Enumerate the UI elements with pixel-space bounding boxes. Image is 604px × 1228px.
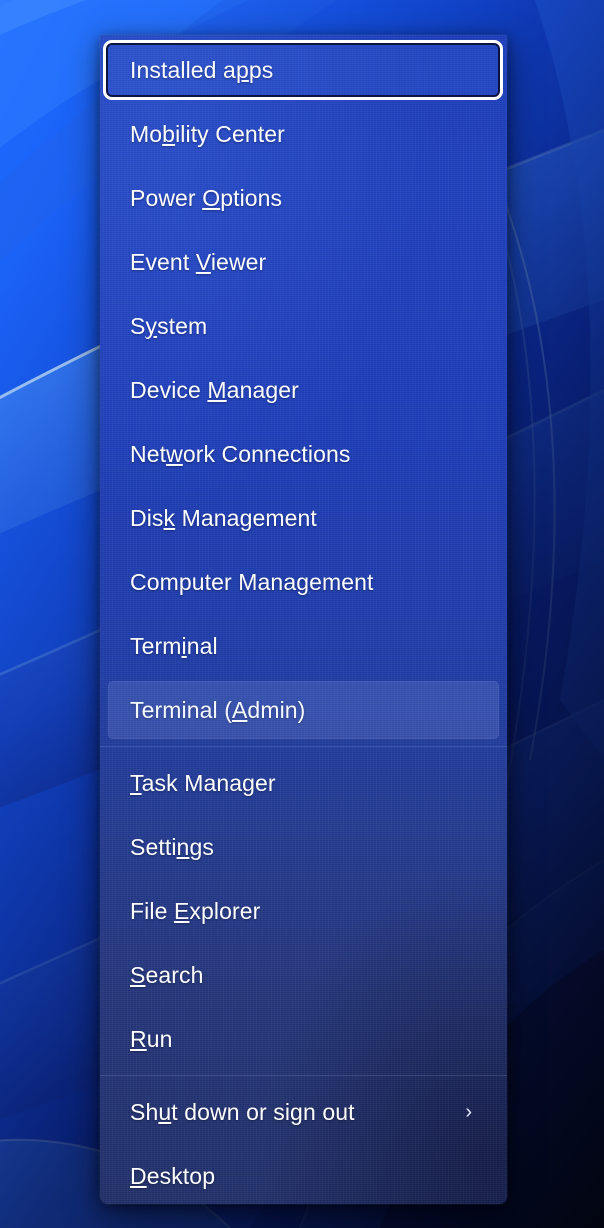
menu-item-device-manager[interactable]: Device Manager	[100, 358, 507, 422]
accelerator-key: A	[231, 696, 248, 723]
menu-item-computer-management[interactable]: Computer Management	[100, 550, 507, 614]
menu-item-label: Shut down or sign out	[130, 1098, 355, 1125]
menu-item-label: Terminal (Admin)	[130, 696, 306, 723]
quick-link-menu-list: Installed apps Mobility Center Power Optio…	[100, 35, 507, 1204]
menu-item-disk-management[interactable]: Disk Management	[100, 486, 507, 550]
accelerator-key: k	[163, 504, 176, 531]
menu-item-label: Device Manager	[130, 376, 299, 403]
menu-item-terminal-admin[interactable]: Terminal (Admin)	[100, 678, 507, 742]
menu-item-label: System	[130, 312, 208, 339]
menu-item-search[interactable]: Search	[100, 943, 507, 1007]
accelerator-key: g	[296, 568, 310, 595]
menu-item-label: Installed apps	[130, 56, 274, 83]
menu-item-label: Disk Management	[130, 504, 317, 531]
menu-separator	[100, 1075, 507, 1076]
accelerator-key: u	[158, 1098, 172, 1125]
menu-item-label: Run	[130, 1025, 173, 1052]
accelerator-key: E	[173, 897, 190, 924]
accelerator-key: n	[176, 833, 190, 860]
menu-item-label: Search	[130, 961, 204, 988]
menu-item-label: Power Options	[130, 184, 283, 211]
menu-item-desktop[interactable]: Desktop	[100, 1144, 507, 1204]
menu-item-run[interactable]: Run	[100, 1007, 507, 1071]
menu-item-label: Desktop	[130, 1162, 216, 1189]
menu-item-event-viewer[interactable]: Event Viewer	[100, 230, 507, 294]
accelerator-key: y	[145, 312, 158, 339]
menu-item-settings[interactable]: Settings	[100, 815, 507, 879]
menu-item-terminal[interactable]: Terminal	[100, 614, 507, 678]
menu-item-task-manager[interactable]: Task Manager	[100, 751, 507, 815]
menu-item-label: File Explorer	[130, 897, 261, 924]
menu-item-system[interactable]: System	[100, 294, 507, 358]
menu-item-shut-down-or-sign-out[interactable]: Shut down or sign out ›	[100, 1080, 507, 1144]
menu-item-label: Mobility Center	[130, 120, 285, 147]
accelerator-key: O	[202, 184, 221, 211]
chevron-right-icon: ›	[465, 1101, 472, 1123]
accelerator-key: w	[166, 440, 183, 467]
accelerator-key: S	[130, 961, 146, 988]
menu-separator	[100, 746, 507, 747]
menu-item-mobility-center[interactable]: Mobility Center	[100, 102, 507, 166]
menu-item-label: Terminal	[130, 632, 218, 659]
accelerator-key: i	[181, 632, 187, 659]
menu-item-label: Network Connections	[130, 440, 351, 467]
menu-item-label: Computer Management	[130, 568, 374, 595]
accelerator-key: M	[207, 376, 227, 403]
accelerator-key: D	[130, 1162, 147, 1189]
menu-item-file-explorer[interactable]: File Explorer	[100, 879, 507, 943]
accelerator-key: R	[130, 1025, 147, 1052]
quick-link-menu: Installed apps Mobility Center Power Optio…	[100, 35, 507, 1204]
accelerator-key: T	[130, 769, 142, 796]
menu-item-label: Settings	[130, 833, 214, 860]
accelerator-key: p	[235, 56, 249, 83]
menu-item-label: Event Viewer	[130, 248, 267, 275]
accelerator-key: V	[195, 248, 211, 275]
menu-item-network-connections[interactable]: Network Connections	[100, 422, 507, 486]
menu-item-label: Task Manager	[130, 769, 276, 796]
menu-item-installed-apps[interactable]: Installed apps	[100, 38, 507, 102]
menu-item-power-options[interactable]: Power Options	[100, 166, 507, 230]
accelerator-key: b	[162, 120, 176, 147]
